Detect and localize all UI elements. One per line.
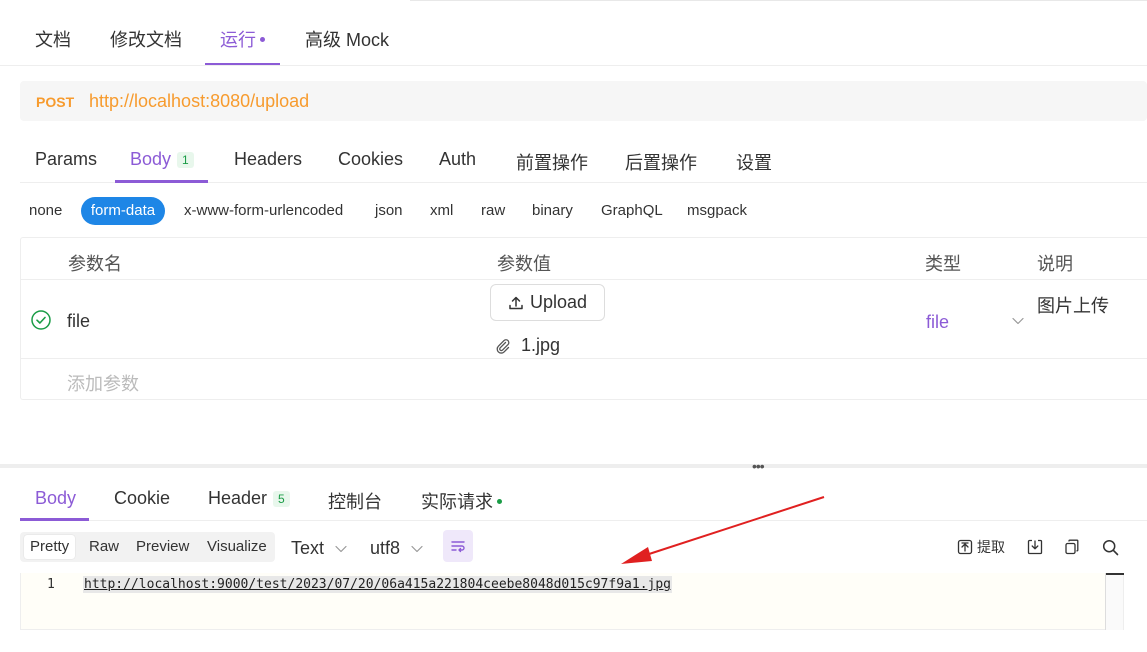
resp-tab-body[interactable]: Body	[35, 488, 76, 509]
col-header-type: 类型	[925, 254, 961, 274]
resp-tab-actual-request[interactable]: 实际请求	[421, 488, 502, 514]
tab-cookies[interactable]: Cookies	[338, 149, 403, 170]
chevron-down-icon	[335, 545, 347, 552]
download-icon[interactable]	[1027, 539, 1043, 555]
extract-icon	[957, 539, 973, 555]
word-wrap-icon	[451, 541, 465, 553]
panel-splitter[interactable]	[0, 464, 1147, 468]
header-count-badge: 5	[273, 491, 290, 508]
body-type-xml[interactable]: xml	[430, 202, 453, 219]
tab-run-label: 运行	[220, 30, 256, 50]
param-description[interactable]: 图片上传	[1037, 292, 1109, 318]
encoding-select[interactable]: utf8	[370, 538, 424, 559]
vertical-scrollbar[interactable]	[1105, 573, 1124, 630]
col-header-value: 参数值	[497, 254, 551, 274]
resp-tab-cookie[interactable]: Cookie	[114, 488, 170, 509]
tab-run[interactable]: 运行	[220, 26, 265, 52]
tab-post-processors[interactable]: 后置操作	[625, 149, 697, 175]
body-type-msgpack[interactable]: msgpack	[687, 202, 747, 219]
unsaved-dot	[260, 36, 265, 42]
response-tabs: Body Cookie Header 5 控制台 实际请求	[20, 474, 1147, 521]
word-wrap-button[interactable]	[443, 530, 473, 562]
view-preview[interactable]: Preview	[136, 538, 189, 555]
tab-edit-doc[interactable]: 修改文档	[110, 26, 182, 52]
response-url-link[interactable]: http://localhost:9000/test/2023/07/20/06…	[83, 576, 672, 593]
view-mode-segmented: Pretty Raw Preview Visualize	[20, 532, 275, 562]
body-type-raw[interactable]: raw	[481, 202, 505, 219]
tab-pre-processors[interactable]: 前置操作	[516, 149, 588, 175]
view-visualize[interactable]: Visualize	[207, 538, 267, 555]
add-param-row[interactable]: 添加参数	[21, 359, 1147, 401]
active-response-tab-underline	[20, 518, 89, 521]
format-select-value: Text	[291, 538, 325, 558]
resp-tab-header-label: Header	[208, 488, 268, 508]
param-type-select[interactable]: file	[926, 312, 949, 333]
body-type-none[interactable]: none	[29, 202, 62, 219]
body-type-graphql[interactable]: GraphQL	[601, 202, 663, 219]
active-tab-underline	[205, 63, 280, 65]
chevron-down-icon	[411, 545, 423, 552]
tab-doc[interactable]: 文档	[35, 26, 71, 52]
param-name[interactable]: file	[67, 311, 90, 332]
view-pretty[interactable]: Pretty	[24, 535, 76, 559]
tab-settings[interactable]: 设置	[736, 149, 772, 175]
status-dot	[497, 498, 502, 504]
attached-file[interactable]: 1.jpg	[495, 335, 560, 356]
url-bar[interactable]: POST http://localhost:8080/upload	[20, 81, 1147, 121]
col-header-name: 参数名	[68, 254, 122, 274]
tab-params[interactable]: Params	[35, 149, 97, 170]
tab-body-label: Body	[130, 149, 172, 169]
tab-body[interactable]: Body 1	[130, 149, 194, 170]
active-request-tab-underline	[115, 180, 208, 183]
drag-handle-icon[interactable]: •••	[752, 459, 765, 473]
tab-auth[interactable]: Auth	[439, 149, 476, 170]
response-body-editor[interactable]: 1 http://localhost:9000/test/2023/07/20/…	[20, 573, 1124, 630]
encoding-select-value: utf8	[370, 538, 401, 558]
resp-tab-console[interactable]: 控制台	[328, 488, 382, 514]
format-select[interactable]: Text	[291, 538, 348, 559]
upload-icon	[509, 296, 523, 309]
resp-tab-header[interactable]: Header 5	[208, 488, 290, 509]
check-circle-icon[interactable]	[31, 310, 51, 330]
table-row: file Upload 1.jpg file 图片上传	[21, 280, 1147, 359]
tab-headers[interactable]: Headers	[234, 149, 302, 170]
body-count-badge: 1	[177, 152, 194, 169]
body-type-json[interactable]: json	[375, 202, 403, 219]
params-table-header: 参数名 参数值 类型 说明	[21, 238, 1147, 280]
top-tabs: 文档 修改文档 运行 高级 Mock	[0, 0, 1147, 66]
upload-button-label: Upload	[529, 292, 588, 312]
attached-file-name: 1.jpg	[521, 335, 561, 355]
body-type-form-data[interactable]: form-data	[81, 197, 165, 225]
view-raw[interactable]: Raw	[89, 538, 119, 555]
paperclip-icon	[496, 338, 510, 354]
body-type-binary[interactable]: binary	[532, 202, 573, 219]
chevron-down-icon[interactable]	[1011, 314, 1025, 328]
add-param-placeholder[interactable]: 添加参数	[67, 370, 139, 396]
params-table: 参数名 参数值 类型 说明 file Upload 1.jpg file 图片上…	[20, 237, 1147, 400]
method-label[interactable]: POST	[36, 94, 74, 110]
extract-button-label: 提取	[977, 539, 1005, 555]
copy-icon[interactable]	[1064, 539, 1080, 555]
tab-mock[interactable]: 高级 Mock	[305, 26, 389, 52]
request-tabs: Params Body 1 Headers Cookies Auth 前置操作 后…	[20, 131, 1147, 183]
upload-button[interactable]: Upload	[490, 284, 605, 321]
col-header-desc: 说明	[1037, 254, 1073, 274]
body-type-urlencoded[interactable]: x-www-form-urlencoded	[184, 202, 343, 219]
extract-button[interactable]: 提取	[957, 537, 1005, 557]
resp-tab-actual-request-label: 实际请求	[421, 492, 493, 512]
search-icon[interactable]	[1102, 539, 1119, 556]
url-input[interactable]: http://localhost:8080/upload	[89, 91, 309, 112]
line-number: 1	[47, 577, 55, 592]
response-tools: 提取	[957, 537, 1119, 557]
